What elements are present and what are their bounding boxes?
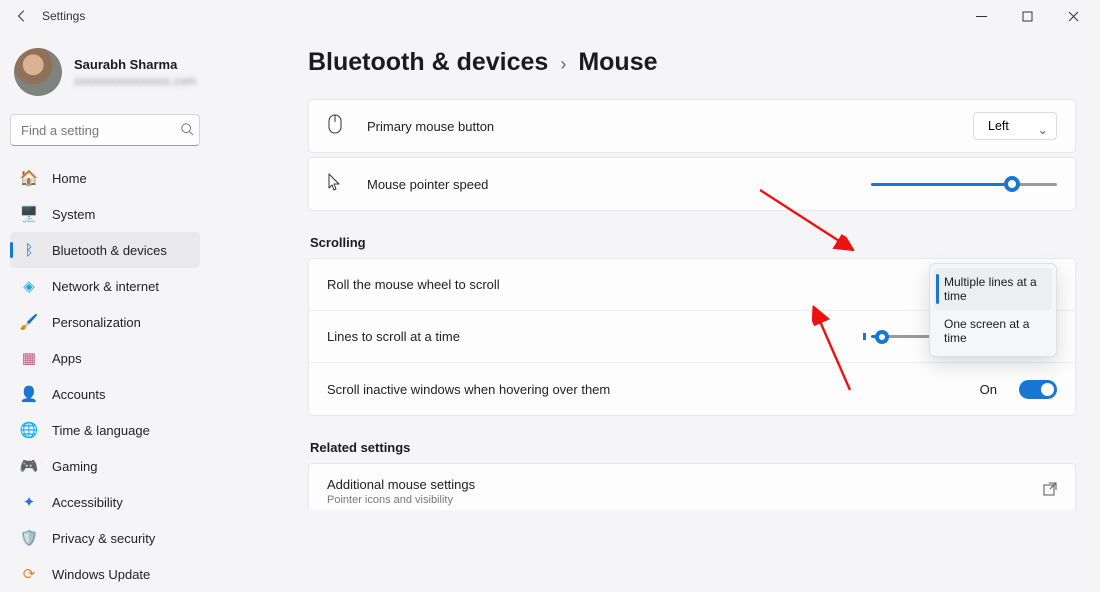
sidebar-item-label: Time & language bbox=[52, 423, 150, 438]
additional-mouse-settings-sub: Pointer icons and visibility bbox=[327, 494, 475, 506]
search-input[interactable] bbox=[10, 114, 200, 146]
nav-icon: ▦ bbox=[20, 349, 38, 367]
nav-icon: 🌐 bbox=[20, 421, 38, 439]
roll-option-one-screen[interactable]: One screen at a time bbox=[934, 310, 1052, 352]
nav-icon: 👤 bbox=[20, 385, 38, 403]
pointer-speed-label: Mouse pointer speed bbox=[367, 177, 488, 192]
sidebar-item-label: Network & internet bbox=[52, 279, 159, 294]
mouse-icon bbox=[327, 114, 347, 139]
sidebar-item-label: Apps bbox=[52, 351, 82, 366]
nav-icon: ◈ bbox=[20, 277, 38, 295]
related-group: Additional mouse settings Pointer icons … bbox=[308, 463, 1076, 510]
scrolling-group: Roll the mouse wheel to scroll Multiple … bbox=[308, 258, 1076, 416]
lines-to-scroll-label: Lines to scroll at a time bbox=[327, 329, 460, 344]
related-heading: Related settings bbox=[310, 440, 1076, 455]
profile-name: Saurabh Sharma bbox=[74, 57, 196, 72]
nav-icon: 🖥️ bbox=[20, 205, 38, 223]
chevron-right-icon: › bbox=[560, 54, 566, 75]
profile-block[interactable]: Saurabh Sharma xxxxxxxxxxxxxxxx.com bbox=[14, 48, 258, 96]
slider-thumb[interactable] bbox=[875, 330, 889, 344]
sidebar-item-system[interactable]: 🖥️ System bbox=[10, 196, 200, 232]
scrolling-heading: Scrolling bbox=[310, 235, 1076, 250]
sidebar-item-home[interactable]: 🏠 Home bbox=[10, 160, 200, 196]
primary-mouse-button-label: Primary mouse button bbox=[367, 119, 494, 134]
sidebar-item-time-language[interactable]: 🌐 Time & language bbox=[10, 412, 200, 448]
roll-wheel-dropdown[interactable]: Multiple lines at a time One screen at a… bbox=[929, 263, 1057, 357]
chevron-down-icon: ⌄ bbox=[1038, 122, 1048, 137]
slider-thumb[interactable] bbox=[1004, 176, 1020, 192]
title-bar: Settings bbox=[0, 0, 1100, 32]
sidebar-item-label: Accounts bbox=[52, 387, 105, 402]
sidebar: Saurabh Sharma xxxxxxxxxxxxxxxx.com 🏠 Hom… bbox=[0, 32, 270, 510]
sidebar-item-personalization[interactable]: 🖌️ Personalization bbox=[10, 304, 200, 340]
maximize-button[interactable] bbox=[1004, 0, 1050, 32]
pointer-speed-slider[interactable] bbox=[871, 175, 1057, 193]
sidebar-item-accessibility[interactable]: ✦ Accessibility bbox=[10, 484, 200, 520]
scroll-inactive-state: On bbox=[980, 382, 997, 397]
scroll-inactive-row: Scroll inactive windows when hovering ov… bbox=[309, 363, 1075, 415]
search-icon bbox=[180, 122, 194, 141]
nav-icon: ᛒ bbox=[20, 241, 38, 259]
nav-list: 🏠 Home 🖥️ System ᛒ Bluetooth & devices ◈ Networ… bbox=[10, 160, 258, 592]
sidebar-item-privacy-security[interactable]: 🛡️ Privacy & security bbox=[10, 520, 200, 556]
additional-mouse-settings-row[interactable]: Additional mouse settings Pointer icons … bbox=[309, 464, 1075, 510]
scroll-inactive-label: Scroll inactive windows when hovering ov… bbox=[327, 382, 610, 397]
external-link-icon bbox=[1043, 482, 1057, 501]
breadcrumb: Bluetooth & devices › Mouse bbox=[308, 48, 1076, 77]
sidebar-item-label: System bbox=[52, 207, 95, 222]
search-wrap bbox=[10, 114, 258, 146]
breadcrumb-parent[interactable]: Bluetooth & devices bbox=[308, 48, 548, 77]
nav-icon: 🖌️ bbox=[20, 313, 38, 331]
nav-icon: 🛡️ bbox=[20, 529, 38, 547]
scroll-inactive-toggle[interactable] bbox=[1019, 380, 1057, 399]
sidebar-item-label: Gaming bbox=[52, 459, 98, 474]
minimize-button[interactable] bbox=[958, 0, 1004, 32]
breadcrumb-current: Mouse bbox=[578, 48, 657, 77]
primary-mouse-button-select[interactable]: Left ⌄ bbox=[973, 112, 1057, 140]
additional-mouse-settings-label: Additional mouse settings bbox=[327, 477, 475, 492]
back-button[interactable] bbox=[4, 0, 40, 32]
pointer-speed-card: Mouse pointer speed bbox=[308, 157, 1076, 211]
primary-mouse-button-value: Left bbox=[988, 119, 1009, 133]
sidebar-item-apps[interactable]: ▦ Apps bbox=[10, 340, 200, 376]
cursor-icon bbox=[327, 173, 347, 196]
avatar bbox=[14, 48, 62, 96]
primary-mouse-button-card: Primary mouse button Left ⌄ bbox=[308, 99, 1076, 153]
sidebar-item-label: Bluetooth & devices bbox=[52, 243, 167, 258]
roll-wheel-label: Roll the mouse wheel to scroll bbox=[327, 277, 500, 292]
sidebar-item-label: Home bbox=[52, 171, 87, 186]
roll-option-multiple-lines[interactable]: Multiple lines at a time bbox=[934, 268, 1052, 310]
profile-email: xxxxxxxxxxxxxxxx.com bbox=[74, 74, 196, 88]
main-content: Bluetooth & devices › Mouse Primary mous… bbox=[270, 32, 1100, 510]
window-title: Settings bbox=[42, 9, 85, 23]
sidebar-item-accounts[interactable]: 👤 Accounts bbox=[10, 376, 200, 412]
sidebar-item-label: Accessibility bbox=[52, 495, 123, 510]
sidebar-item-windows-update[interactable]: ⟳ Windows Update bbox=[10, 556, 200, 592]
roll-wheel-row: Roll the mouse wheel to scroll Multiple … bbox=[309, 259, 1075, 311]
nav-icon: 🎮 bbox=[20, 457, 38, 475]
sidebar-item-label: Personalization bbox=[52, 315, 141, 330]
nav-icon: 🏠 bbox=[20, 169, 38, 187]
sidebar-item-label: Privacy & security bbox=[52, 531, 155, 546]
sidebar-item-label: Windows Update bbox=[52, 567, 150, 582]
nav-icon: ⟳ bbox=[20, 565, 38, 583]
nav-icon: ✦ bbox=[20, 493, 38, 511]
close-button[interactable] bbox=[1050, 0, 1096, 32]
sidebar-item-network-internet[interactable]: ◈ Network & internet bbox=[10, 268, 200, 304]
sidebar-item-bluetooth-devices[interactable]: ᛒ Bluetooth & devices bbox=[10, 232, 200, 268]
sidebar-item-gaming[interactable]: 🎮 Gaming bbox=[10, 448, 200, 484]
